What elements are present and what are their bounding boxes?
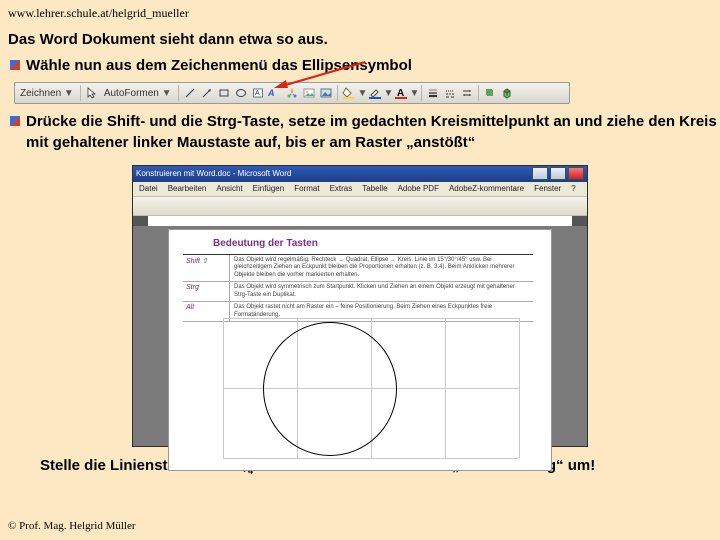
cell: Strg: [183, 282, 230, 301]
wordart-icon[interactable]: A: [267, 85, 283, 101]
bullet-icon: [10, 60, 20, 70]
line-weight-icon[interactable]: [425, 85, 441, 101]
menu-item[interactable]: Tabelle: [362, 184, 387, 193]
select-icon[interactable]: [84, 85, 100, 101]
bullet-2: Drücke die Shift- und die Strg-Taste, se…: [0, 104, 720, 153]
shadow-icon[interactable]: [482, 85, 498, 101]
menubar: Datei Bearbeiten Ansicht Einfügen Format…: [133, 182, 587, 197]
page-heading: Das Word Dokument sieht dann etwa so aus…: [0, 21, 720, 48]
fill-color-icon[interactable]: [341, 85, 357, 101]
menu-item[interactable]: Fenster: [534, 184, 561, 193]
ellipse-icon[interactable]: [233, 85, 249, 101]
doc-heading: Bedeutung der Tasten: [169, 230, 551, 251]
menu-item[interactable]: Einfügen: [253, 184, 285, 193]
key-table: Shift ⇧Das Objekt wird regelmäßig. Recht…: [183, 254, 533, 323]
window-title: Konstruieren mit Word.doc - Microsoft Wo…: [136, 169, 291, 178]
draw-label: Zeichnen: [20, 88, 61, 99]
minimize-icon[interactable]: [532, 167, 548, 180]
clipart-icon[interactable]: [301, 85, 317, 101]
menu-item[interactable]: ?: [571, 184, 575, 193]
word-screenshot: Konstruieren mit Word.doc - Microsoft Wo…: [132, 165, 588, 447]
autoshapes-label: AutoFormen: [104, 88, 159, 99]
workspace: Bedeutung der Tasten Shift ⇧Das Objekt w…: [133, 226, 587, 446]
bullet-icon: [10, 116, 20, 126]
window-titlebar: Konstruieren mit Word.doc - Microsoft Wo…: [133, 166, 587, 182]
diagram-icon[interactable]: [284, 85, 300, 101]
cell: Shift ⇧: [183, 255, 230, 282]
line-color-icon[interactable]: [367, 85, 383, 101]
drawing-toolbar: Zeichnen ▼ AutoFormen ▼ A A ▼ ▼ A▼: [14, 82, 570, 104]
svg-text:A: A: [268, 88, 275, 98]
menu-item[interactable]: Datei: [139, 184, 158, 193]
maximize-icon[interactable]: [550, 167, 566, 180]
fill-dd[interactable]: ▼: [358, 88, 366, 99]
fontc-dd[interactable]: ▼: [410, 88, 418, 99]
autoshapes-menu[interactable]: AutoFormen ▼: [101, 88, 175, 99]
close-icon[interactable]: [568, 167, 584, 180]
drawn-circle: [263, 322, 397, 456]
page-url: www.lehrer.schule.at/helgrid_mueller: [0, 0, 720, 21]
textbox-icon[interactable]: A: [250, 85, 266, 101]
bullet-1: Wähle nun aus dem Zeichenmenü das Ellips…: [0, 48, 720, 76]
bullet-1-text: Wähle nun aus dem Zeichenmenü das Ellips…: [26, 56, 412, 76]
linec-dd[interactable]: ▼: [384, 88, 392, 99]
copyright: © Prof. Mag. Helgrid Müller: [8, 520, 136, 532]
arrows-style-icon[interactable]: [459, 85, 475, 101]
dash-icon[interactable]: [442, 85, 458, 101]
rectangle-icon[interactable]: [216, 85, 232, 101]
menu-item[interactable]: Ansicht: [216, 184, 242, 193]
bullet-2-text: Drücke die Shift- und die Strg-Taste, se…: [26, 112, 720, 153]
document-page: Bedeutung der Tasten Shift ⇧Das Objekt w…: [169, 230, 551, 470]
menu-item[interactable]: Extras: [330, 184, 353, 193]
cell: Das Objekt wird regelmäßig. Rechteck → Q…: [230, 255, 533, 282]
menu-item[interactable]: Format: [294, 184, 319, 193]
draw-menu[interactable]: Zeichnen ▼: [17, 88, 77, 99]
menu-item[interactable]: AdobeZ-kommentare: [449, 184, 524, 193]
cell: Das Objekt wird symmetrisch zum Startpun…: [230, 282, 533, 301]
font-color-icon[interactable]: A: [393, 85, 409, 101]
menu-item[interactable]: Bearbeiten: [168, 184, 207, 193]
line-icon[interactable]: [182, 85, 198, 101]
arrow-icon[interactable]: [199, 85, 215, 101]
svg-text:A: A: [255, 90, 260, 97]
menu-item[interactable]: Adobe PDF: [398, 184, 439, 193]
picture-icon[interactable]: [318, 85, 334, 101]
inner-toolbar: [133, 197, 587, 216]
3d-icon[interactable]: [499, 85, 515, 101]
